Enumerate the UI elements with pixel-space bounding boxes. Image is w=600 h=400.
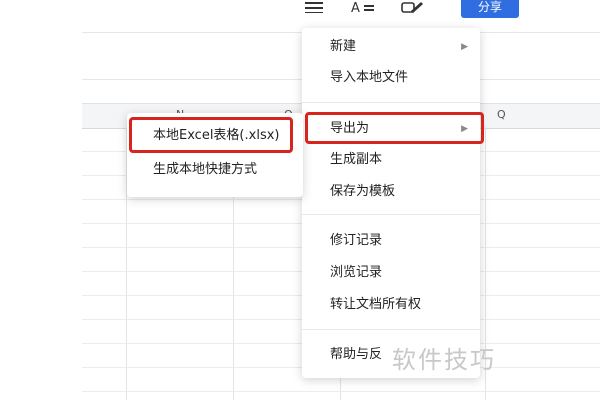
text-format-icon[interactable]: A bbox=[350, 0, 378, 14]
menu-item-new[interactable]: 新建 ▶ bbox=[302, 32, 480, 62]
menu-item-label: 导入本地文件 bbox=[330, 70, 409, 85]
menu-item-label: 新建 bbox=[330, 39, 357, 54]
menu-divider bbox=[302, 329, 480, 330]
share-button[interactable]: 分享 bbox=[461, 0, 519, 18]
menu-divider bbox=[302, 214, 480, 215]
pen-icon[interactable] bbox=[400, 0, 426, 14]
menu-item-transfer-ownership[interactable]: 转让文档所有权 bbox=[302, 290, 480, 320]
highlight-box-local-excel bbox=[129, 117, 293, 153]
menu-item-label: 帮助与反 bbox=[330, 347, 383, 362]
chevron-right-icon: ▶ bbox=[461, 42, 468, 52]
watermark-text: 软件技巧 bbox=[392, 346, 496, 374]
submenu-item-local-shortcut[interactable]: 生成本地快捷方式 bbox=[127, 155, 303, 185]
menu-item-label: 转让文档所有权 bbox=[330, 297, 422, 312]
menu-item-revision-history[interactable]: 修订记录 bbox=[302, 226, 480, 256]
menu-item-label: 修订记录 bbox=[330, 233, 383, 248]
column-header-q[interactable]: Q bbox=[497, 108, 506, 121]
svg-text:A: A bbox=[351, 1, 360, 13]
file-menu: 新建 ▶ 导入本地文件 导出为 ▶ 生成副本 保存为模板 修订记录 浏览记录 转… bbox=[302, 28, 480, 378]
submenu-item-label: 生成本地快捷方式 bbox=[153, 162, 258, 177]
highlight-box-export bbox=[305, 112, 484, 144]
menu-item-save-template[interactable]: 保存为模板 bbox=[302, 177, 480, 207]
menu-item-label: 生成副本 bbox=[330, 152, 383, 167]
menu-divider bbox=[302, 102, 480, 103]
menu-item-label: 浏览记录 bbox=[330, 265, 383, 280]
menu-icon[interactable] bbox=[303, 0, 325, 14]
menu-item-label: 保存为模板 bbox=[330, 184, 396, 199]
grid-line bbox=[82, 391, 600, 392]
menu-item-import[interactable]: 导入本地文件 bbox=[302, 63, 480, 93]
menu-item-view-history[interactable]: 浏览记录 bbox=[302, 258, 480, 288]
menu-item-duplicate[interactable]: 生成副本 bbox=[302, 145, 480, 175]
